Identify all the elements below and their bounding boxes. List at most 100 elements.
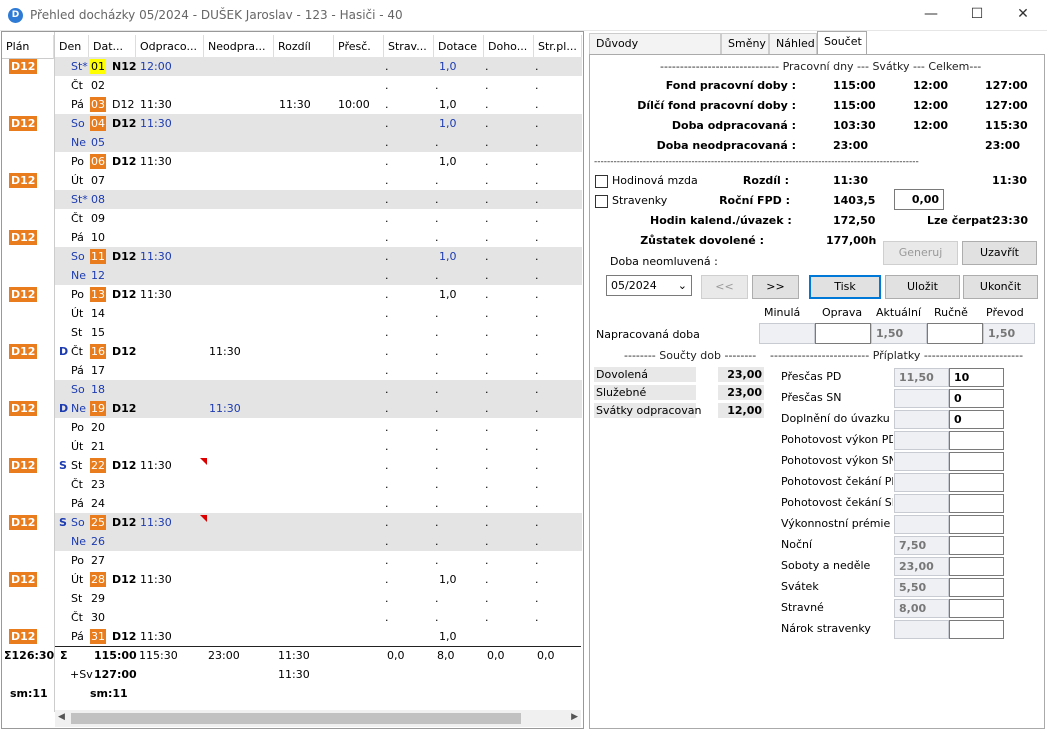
month-select[interactable]: 05/2024 ⌄ bbox=[606, 275, 692, 296]
tisk-button[interactable]: Tisk bbox=[809, 275, 881, 299]
col-neodpracovano[interactable]: Neodpra... bbox=[204, 35, 274, 59]
table-row[interactable]: Pá 24.... bbox=[2, 494, 582, 513]
table-row[interactable]: D12 S So 25 D12 11:30.... bbox=[2, 513, 582, 532]
stravenky-checkbox[interactable] bbox=[595, 195, 608, 208]
str-plan-value: . bbox=[535, 250, 539, 263]
np-rucne-input[interactable] bbox=[927, 323, 983, 344]
scroll-thumb[interactable] bbox=[71, 713, 521, 724]
priplatek-input[interactable] bbox=[949, 536, 1004, 555]
table-row[interactable]: D12 S St 22 D12 11:30.... bbox=[2, 456, 582, 475]
table-row[interactable]: Čt 23.... bbox=[2, 475, 582, 494]
priplatek-input[interactable] bbox=[949, 431, 1004, 450]
generuj-button[interactable]: Generuj bbox=[883, 241, 958, 265]
priplatek-input[interactable] bbox=[949, 515, 1004, 534]
col-den[interactable]: Den bbox=[55, 35, 89, 59]
tab-soucet[interactable]: Součet bbox=[817, 31, 867, 55]
table-row[interactable]: Ne 12.... bbox=[2, 266, 582, 285]
plan-badge: D12 bbox=[9, 287, 38, 302]
row-shade bbox=[55, 133, 582, 152]
table-row[interactable]: D12 D Čt 16 D12 11:30.... bbox=[2, 342, 582, 361]
table-row[interactable]: Út 14.... bbox=[2, 304, 582, 323]
table-row[interactable]: Ne 26.... bbox=[2, 532, 582, 551]
prev-month-button[interactable]: << bbox=[701, 275, 748, 299]
stravne-value: . bbox=[385, 497, 389, 510]
uzavrit-button[interactable]: Uzavřít bbox=[962, 241, 1037, 265]
dotace-value: 1,0 bbox=[439, 117, 457, 130]
np-oprava-input[interactable] bbox=[815, 323, 871, 344]
table-row[interactable]: St 29.... bbox=[2, 589, 582, 608]
table-row[interactable]: D12 Út 07.... bbox=[2, 171, 582, 190]
horizontal-scrollbar[interactable]: ◀ ▶ bbox=[55, 710, 581, 727]
scroll-right-icon[interactable]: ▶ bbox=[571, 712, 578, 722]
day-name: Út bbox=[71, 440, 84, 453]
col-stravne[interactable]: Strav... bbox=[384, 35, 434, 59]
close-icon[interactable]: ✕ bbox=[1000, 0, 1046, 31]
table-row[interactable]: D12 Pá 31 D12 11:30 1,0 bbox=[2, 627, 582, 646]
tab-duvody[interactable]: Důvody nepřítomnosti bbox=[589, 33, 721, 69]
table-row[interactable]: Čt 09.... bbox=[2, 209, 582, 228]
table-row[interactable]: D12 Po 13 D12 11:30... 1,0 bbox=[2, 285, 582, 304]
rocni-fpd-input[interactable]: 0,00 bbox=[894, 189, 944, 210]
odpracovano-value: 11:30 bbox=[140, 250, 172, 263]
priplatky-header: ------------------------- Příplatky ----… bbox=[770, 349, 1024, 362]
priplatek-input[interactable] bbox=[949, 620, 1004, 639]
table-row[interactable]: Pá 03 D12 11:30 11:30 10:00... 1,0 bbox=[2, 95, 582, 114]
table-row[interactable]: Po 06 D12 11:30... 1,0 bbox=[2, 152, 582, 171]
ukoncit-button[interactable]: Ukončit bbox=[963, 275, 1038, 299]
table-row[interactable]: D12 D Ne 19 D12 11:30.... bbox=[2, 399, 582, 418]
priplatek-input[interactable] bbox=[949, 473, 1004, 492]
summary-row-pd: 115:00 bbox=[833, 79, 876, 92]
priplatek-input[interactable]: 0 bbox=[949, 389, 1004, 408]
table-row[interactable]: Ne 05.... bbox=[2, 133, 582, 152]
dohoda-value: . bbox=[485, 326, 489, 339]
table-row[interactable]: Po 27.... bbox=[2, 551, 582, 570]
priplatek-input[interactable] bbox=[949, 494, 1004, 513]
col-odpracovano[interactable]: Odpraco... bbox=[136, 35, 204, 59]
stravne-value: . bbox=[385, 554, 389, 567]
dotace-value: . bbox=[435, 174, 439, 187]
total-doho: 0,0 bbox=[487, 649, 505, 662]
table-row[interactable]: Čt 02.... bbox=[2, 76, 582, 95]
ulozit-button[interactable]: Uložit bbox=[885, 275, 960, 299]
next-month-button[interactable]: >> bbox=[752, 275, 799, 299]
table-row[interactable]: D12 Út 28 D12 11:30... 1,0 bbox=[2, 570, 582, 589]
scroll-left-icon[interactable]: ◀ bbox=[58, 712, 65, 722]
table-row[interactable]: St 15.... bbox=[2, 323, 582, 342]
table-row[interactable]: Út 21.... bbox=[2, 437, 582, 456]
table-row[interactable]: St* 08.... bbox=[2, 190, 582, 209]
table-row[interactable]: D12 St* 01 N12 12:00... 1,0 bbox=[2, 57, 582, 76]
table-row[interactable]: Po 20.... bbox=[2, 418, 582, 437]
col-str-plan[interactable]: Str.pl... bbox=[534, 35, 582, 59]
priplatek-input[interactable]: 0 bbox=[949, 410, 1004, 429]
priplatek-input[interactable] bbox=[949, 599, 1004, 618]
stravne-value: . bbox=[385, 98, 389, 111]
table-row[interactable]: So 11 D12 11:30... 1,0 bbox=[2, 247, 582, 266]
priplatek-input[interactable] bbox=[949, 578, 1004, 597]
col-plan[interactable]: Plán bbox=[2, 35, 54, 59]
table-row[interactable]: So 18.... bbox=[2, 380, 582, 399]
tab-smeny[interactable]: Směny bbox=[721, 33, 769, 54]
tab-nahled[interactable]: Náhled bbox=[769, 33, 817, 54]
day-name: St bbox=[71, 326, 83, 339]
col-rozdil[interactable]: Rozdíl bbox=[274, 35, 334, 59]
total-dotace: 8,0 bbox=[437, 649, 455, 662]
dotace-value: 1,0 bbox=[439, 155, 457, 168]
col-dotace[interactable]: Dotace bbox=[434, 35, 484, 59]
day-name: So bbox=[71, 516, 85, 529]
minimize-icon[interactable]: — bbox=[908, 0, 954, 31]
table-row[interactable]: D12 Pá 10.... bbox=[2, 228, 582, 247]
hodinova-mzda-checkbox[interactable] bbox=[595, 175, 608, 188]
day-number: 01 bbox=[90, 59, 106, 74]
priplatek-input[interactable]: 10 bbox=[949, 368, 1004, 387]
maximize-icon[interactable]: ☐ bbox=[954, 0, 1000, 31]
col-datum[interactable]: Dat... bbox=[89, 35, 136, 59]
priplatek-input[interactable] bbox=[949, 452, 1004, 471]
col-dohoda[interactable]: Doho... bbox=[484, 35, 534, 59]
day-name: St bbox=[71, 592, 83, 605]
day-number: 07 bbox=[91, 174, 105, 187]
table-row[interactable]: Pá 17.... bbox=[2, 361, 582, 380]
table-row[interactable]: Čt 30.... bbox=[2, 608, 582, 627]
priplatek-input[interactable] bbox=[949, 557, 1004, 576]
col-prescas[interactable]: Přesč. bbox=[334, 35, 384, 59]
table-row[interactable]: D12 So 04 D12 11:30... 1,0 bbox=[2, 114, 582, 133]
